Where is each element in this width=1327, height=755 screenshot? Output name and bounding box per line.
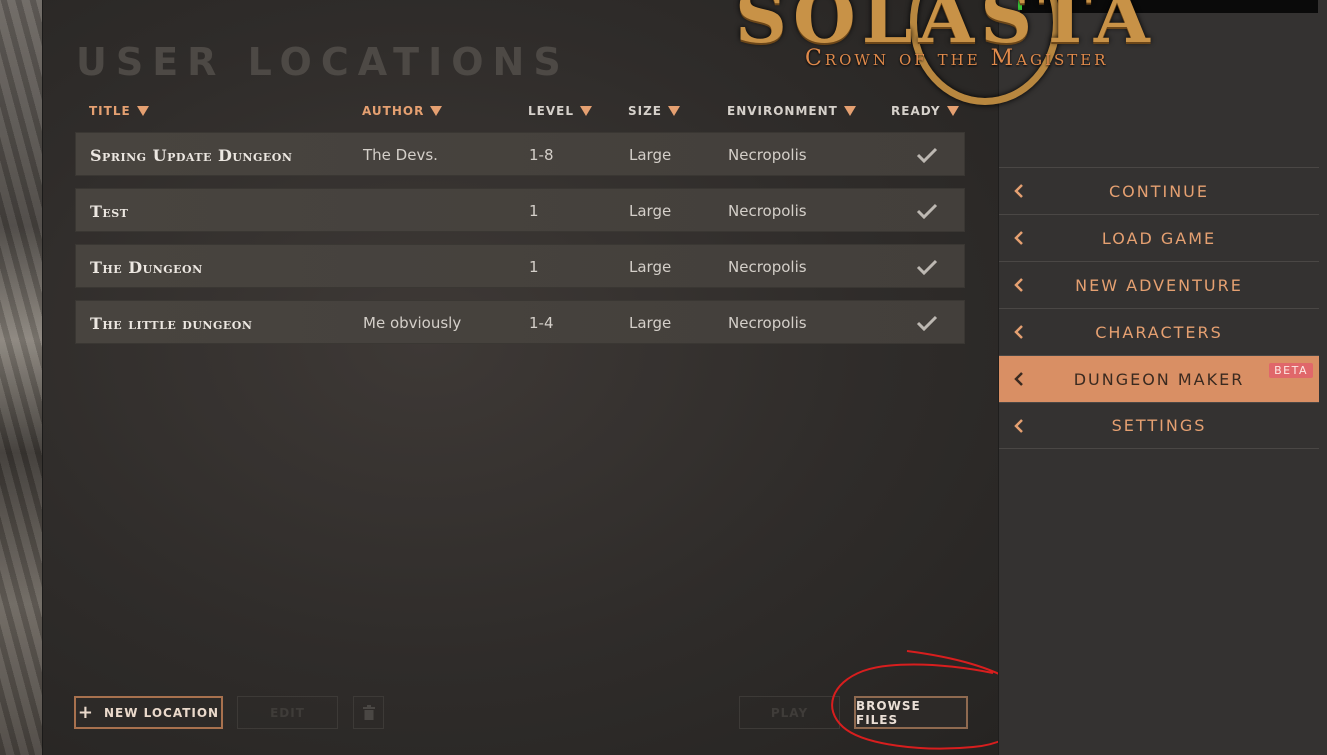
plus-icon: +: [77, 702, 94, 723]
checkmark-icon: [916, 203, 938, 219]
location-size: Large: [629, 202, 672, 220]
table-row[interactable]: The little dungeon Me obviously 1-4 Larg…: [75, 300, 965, 344]
sort-down-icon: [430, 106, 443, 116]
locations-table: Spring Update Dungeon The Devs. 1-8 Larg…: [75, 132, 965, 356]
location-title: The little dungeon: [90, 313, 253, 333]
ready-indicator: [916, 301, 938, 345]
location-title: Test: [90, 201, 129, 221]
checkmark-icon: [916, 147, 938, 163]
ready-indicator: [916, 245, 938, 289]
location-level: 1: [529, 202, 539, 220]
ready-indicator: [916, 189, 938, 233]
column-header-title[interactable]: TITLE: [89, 104, 149, 118]
menu-item-continue[interactable]: CONTINUE: [999, 167, 1319, 214]
location-title: The Dungeon: [90, 257, 203, 277]
menu-item-characters[interactable]: CHARACTERS: [999, 308, 1319, 355]
location-author: The Devs.: [363, 146, 438, 164]
chevron-left-icon: [1014, 372, 1023, 386]
column-header-level[interactable]: LEVEL: [528, 104, 592, 118]
table-row[interactable]: Spring Update Dungeon The Devs. 1-8 Larg…: [75, 132, 965, 176]
sort-down-icon: [579, 106, 592, 116]
location-title: Spring Update Dungeon: [90, 145, 293, 165]
location-environment: Necropolis: [728, 202, 807, 220]
beta-badge: BETA: [1269, 363, 1313, 378]
column-header-size[interactable]: SIZE: [628, 104, 681, 118]
trash-icon: [362, 705, 375, 720]
menu-item-load-game[interactable]: LOAD GAME: [999, 214, 1319, 261]
location-environment: Necropolis: [728, 314, 807, 332]
location-size: Large: [629, 314, 672, 332]
background-art: [0, 0, 42, 755]
location-size: Large: [629, 146, 672, 164]
table-row[interactable]: Test 1 Large Necropolis: [75, 188, 965, 232]
browse-files-button[interactable]: BROWSE FILES: [854, 696, 968, 729]
checkmark-icon: [916, 315, 938, 331]
location-size: Large: [629, 258, 672, 276]
location-level: 1: [529, 258, 539, 276]
game-logo: SOLASTA Crown of the Magister: [735, 0, 1295, 120]
chevron-left-icon: [1014, 325, 1023, 339]
menu-item-new-adventure[interactable]: NEW ADVENTURE: [999, 261, 1319, 308]
table-row[interactable]: The Dungeon 1 Large Necropolis: [75, 244, 965, 288]
page-title: USER LOCATIONS: [76, 40, 570, 84]
sort-down-icon: [136, 106, 149, 116]
column-header-author[interactable]: AUTHOR: [362, 104, 443, 118]
menu-item-dungeon-maker[interactable]: DUNGEON MAKER BETA: [999, 355, 1319, 402]
chevron-left-icon: [1014, 231, 1023, 245]
play-button[interactable]: PLAY: [739, 696, 840, 729]
chevron-left-icon: [1014, 184, 1023, 198]
chevron-left-icon: [1014, 419, 1023, 433]
location-level: 1-4: [529, 314, 554, 332]
main-menu: CONTINUE LOAD GAME NEW ADVENTURE CHARACT…: [999, 167, 1319, 449]
chevron-left-icon: [1014, 278, 1023, 292]
sort-down-icon: [668, 106, 681, 116]
ready-indicator: [916, 133, 938, 177]
menu-item-settings[interactable]: SETTINGS: [999, 402, 1319, 449]
location-level: 1-8: [529, 146, 554, 164]
checkmark-icon: [916, 259, 938, 275]
delete-button[interactable]: [353, 696, 384, 729]
new-location-button[interactable]: + NEW LOCATION: [74, 696, 223, 729]
edit-button[interactable]: EDIT: [237, 696, 338, 729]
location-environment: Necropolis: [728, 146, 807, 164]
location-author: Me obviously: [363, 314, 462, 332]
location-environment: Necropolis: [728, 258, 807, 276]
logo-subtitle: Crown of the Magister: [805, 46, 1109, 71]
